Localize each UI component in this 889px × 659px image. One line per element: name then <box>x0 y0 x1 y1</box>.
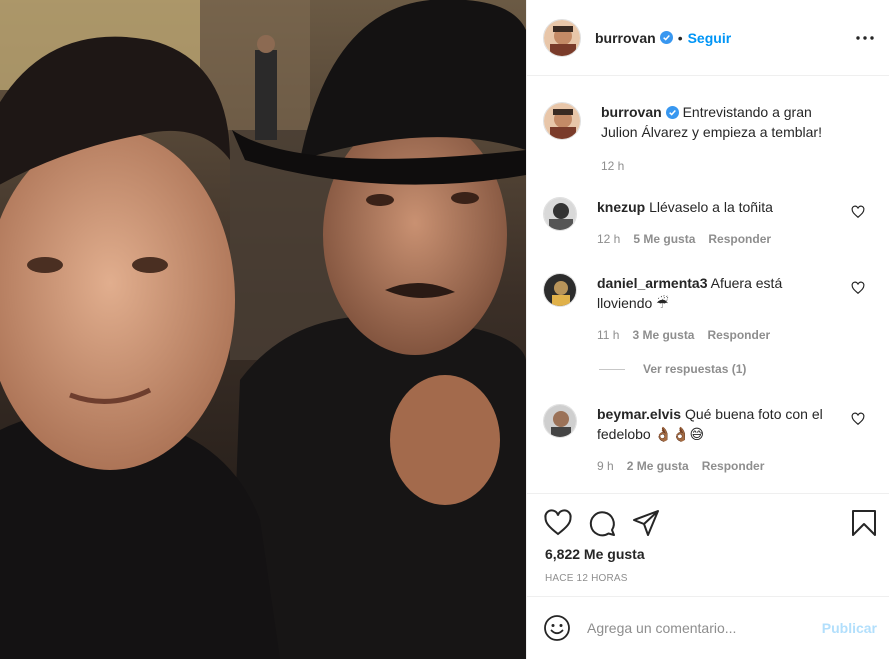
comment-item: daniel_armenta3 Afuera está lloviendo ☔ … <box>543 273 873 345</box>
comment-likes[interactable]: 5 Me gusta <box>633 229 695 249</box>
verified-badge-icon <box>665 106 679 119</box>
heart-icon[interactable] <box>543 508 573 538</box>
add-comment-bar: Publicar <box>527 596 889 659</box>
reply-button[interactable]: Responder <box>707 325 770 345</box>
comment-input[interactable] <box>587 620 814 636</box>
reply-button[interactable]: Responder <box>708 229 771 249</box>
post-time-ago[interactable]: HACE 12 HORAS <box>545 573 628 584</box>
comment-username[interactable]: beymar.elvis <box>597 406 681 422</box>
caption-username[interactable]: burrovan <box>601 104 662 120</box>
publish-button[interactable]: Publicar <box>822 620 877 636</box>
author-username[interactable]: burrovan <box>595 30 656 46</box>
post-photo <box>0 0 526 659</box>
reply-button[interactable]: Responder <box>702 456 765 476</box>
comment-avatar[interactable] <box>543 273 577 307</box>
verified-badge-icon <box>659 31 673 44</box>
comment-item: knezup Llévaselo a la toñita 12 h 5 Me g… <box>543 197 873 249</box>
comment-icon[interactable] <box>587 508 617 538</box>
comment-time: 9 h <box>597 459 614 473</box>
like-count[interactable]: 6,822 Me gusta <box>545 546 645 562</box>
bookmark-icon[interactable] <box>849 508 879 538</box>
comment-likes[interactable]: 2 Me gusta <box>627 456 689 476</box>
comment-heart-icon[interactable] <box>851 205 865 219</box>
follow-button[interactable]: Seguir <box>688 30 732 46</box>
post-header: burrovan • Seguir <box>527 0 889 76</box>
comment-item: beymar.elvis Qué buena foto con el fedel… <box>543 404 873 476</box>
post-caption: burrovan Entrevistando a gran Julion Álv… <box>543 102 873 176</box>
comment-avatar[interactable] <box>543 404 577 438</box>
post-panel: burrovan • Seguir burrovan Entrevistando… <box>526 0 889 659</box>
comment-username[interactable]: daniel_armenta3 <box>597 275 708 291</box>
comment-avatar[interactable] <box>543 197 577 231</box>
comments-list[interactable]: burrovan Entrevistando a gran Julion Álv… <box>527 77 889 493</box>
comment-time: 12 h <box>597 232 621 246</box>
author-avatar[interactable] <box>543 18 581 57</box>
comment-username[interactable]: knezup <box>597 199 645 215</box>
comment-heart-icon[interactable] <box>851 281 865 295</box>
post-actions: 6,822 Me gusta HACE 12 HORAS <box>527 493 889 595</box>
share-icon[interactable] <box>631 508 661 538</box>
caption-avatar[interactable] <box>543 102 581 140</box>
caption-time: 12 h <box>601 159 625 173</box>
comment-time: 11 h <box>597 328 620 342</box>
comment-heart-icon[interactable] <box>851 412 865 426</box>
comment-likes[interactable]: 3 Me gusta <box>632 325 694 345</box>
post-media[interactable] <box>0 0 526 659</box>
view-replies-button[interactable]: Ver respuestas (1) <box>599 362 746 376</box>
view-replies-label: Ver respuestas (1) <box>643 362 747 376</box>
view-replies-line <box>599 368 625 370</box>
emoji-icon[interactable] <box>543 614 571 642</box>
header-separator: • <box>677 29 683 46</box>
more-options-icon[interactable] <box>853 26 877 50</box>
comment-text: Llévaselo a la toñita <box>649 199 773 215</box>
